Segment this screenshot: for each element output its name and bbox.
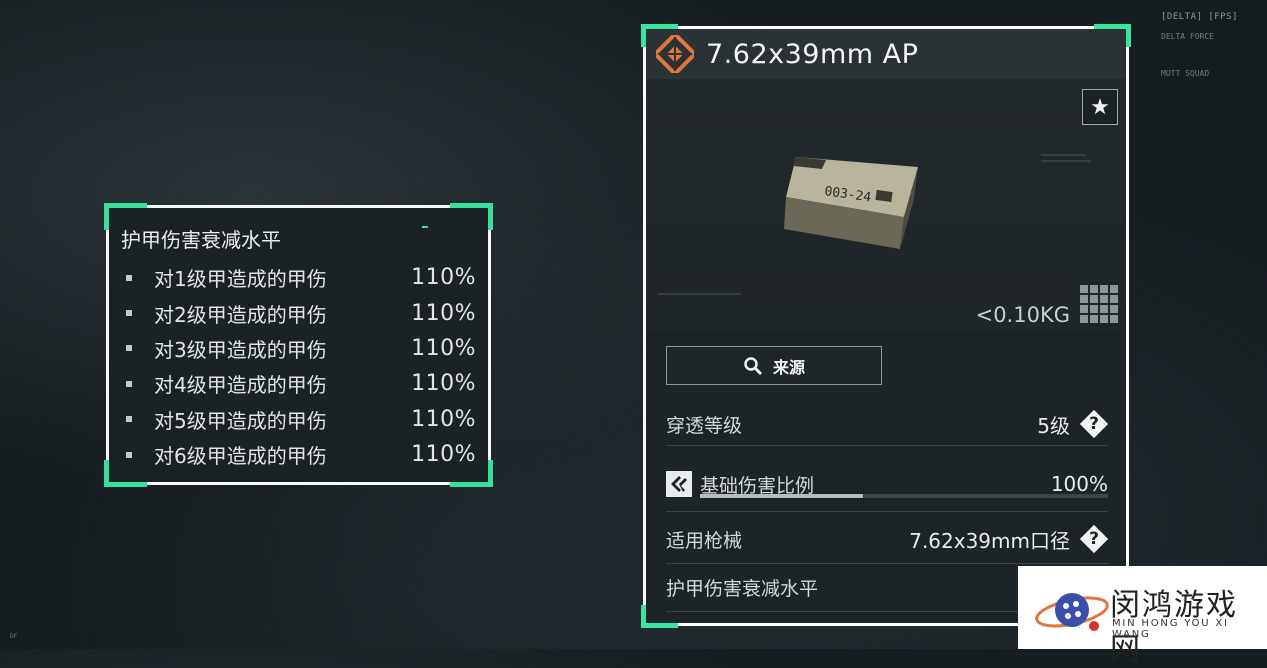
row-label: 对6级甲造成的甲伤 [154,444,327,469]
watermark-name-en: MIN HONG YOU XI WANG [1112,618,1229,640]
bullet-icon [126,310,132,317]
row-label: 对1级甲造成的甲伤 [154,267,327,292]
bullet-icon [126,345,132,352]
bullet-icon [126,416,132,423]
item-detail-panel: 7.62x39mm AP ★ 003-24 <0.10KG 来源 穿透等级 5级 [641,24,1131,628]
list-item: 对2级甲造成的甲伤 110% [121,295,476,330]
list-item: 对1级甲造成的甲伤 110% [121,260,476,295]
hud-title: [DELTA] [FPS] [1161,12,1238,22]
bullet-icon [126,380,132,387]
gamepad-logo-icon [1035,593,1109,631]
damage-icon [666,471,692,497]
row-value: 110% [411,442,476,468]
item-preview: ★ 003-24 <0.10KG [646,79,1126,331]
tooltip-title: 护甲伤害衰减水平 [121,228,281,252]
list-item: 对6级甲造成的甲伤 110% [121,437,476,472]
stat-label: 护甲伤害衰减水平 [666,577,819,600]
brand-diamond-icon [656,35,694,73]
hud-line: MUTT SQUAD [1161,69,1210,78]
stat-value: 5级 [1037,413,1070,438]
row-value: 110% [411,335,476,361]
item-header: 7.62x39mm AP [646,29,1126,79]
list-item: 对3级甲造成的甲伤 110% [121,331,476,366]
row-value: 110% [411,265,476,291]
hud-top-right: [DELTA] [FPS] DELTA FORCE MUTT SQUAD [1161,12,1241,79]
help-icon[interactable]: ? [1079,409,1109,439]
stat-penetration: 穿透等级 5级 ? [666,406,1109,446]
hud-line: DELTA FORCE [1161,32,1214,41]
damage-bar-fill [700,494,864,498]
help-icon[interactable]: ? [1079,524,1109,554]
stat-weapon: 适用枪械 7.62x39mm口径 ? [666,521,1109,564]
stat-value: 7.62x39mm口径 [909,528,1070,553]
frame-corner [450,203,493,230]
stat-value: 100% [1050,472,1108,496]
armor-decay-tooltip: 护甲伤害衰减水平 对1级甲造成的甲伤 110% 对2级甲造成的甲伤 110% 对3级… [104,203,493,487]
bullet-icon [126,451,132,458]
item-weight: <0.10KG [975,303,1070,327]
row-label: 对3级甲造成的甲伤 [154,337,327,362]
hud-bottom-left: DF [10,632,17,641]
inventory-size-grid-icon [1080,285,1118,323]
row-value: 110% [411,300,476,326]
row-value: 110% [411,406,476,432]
list-item: 对4级甲造成的甲伤 110% [121,366,476,401]
decor-dash [422,226,428,228]
list-item: 对5级甲造成的甲伤 110% [121,402,476,437]
bullet-icon [126,274,132,281]
search-icon [744,356,763,375]
item-name: 7.62x39mm AP [706,38,919,70]
row-label: 对2级甲造成的甲伤 [154,302,327,327]
watermark: 闵鸿游戏网 MIN HONG YOU XI WANG [1018,566,1267,667]
hud-line: DF [10,633,18,640]
stat-base-damage: 基础伤害比例 100% [666,466,1108,512]
damage-bar [700,494,1108,498]
stat-label: 适用枪械 [666,529,743,552]
source-button-label: 来源 [772,357,805,377]
ammo-box-image: 003-24 [658,154,1091,295]
row-value: 110% [411,371,476,397]
frame-corner [641,605,678,628]
row-label: 对4级甲造成的甲伤 [154,373,327,398]
stat-label: 穿透等级 [666,414,743,437]
source-button[interactable]: 来源 [666,346,882,385]
row-label: 对5级甲造成的甲伤 [154,408,327,433]
armor-damage-list: 对1级甲造成的甲伤 110% 对2级甲造成的甲伤 110% 对3级甲造成的甲伤 110… [121,260,476,472]
